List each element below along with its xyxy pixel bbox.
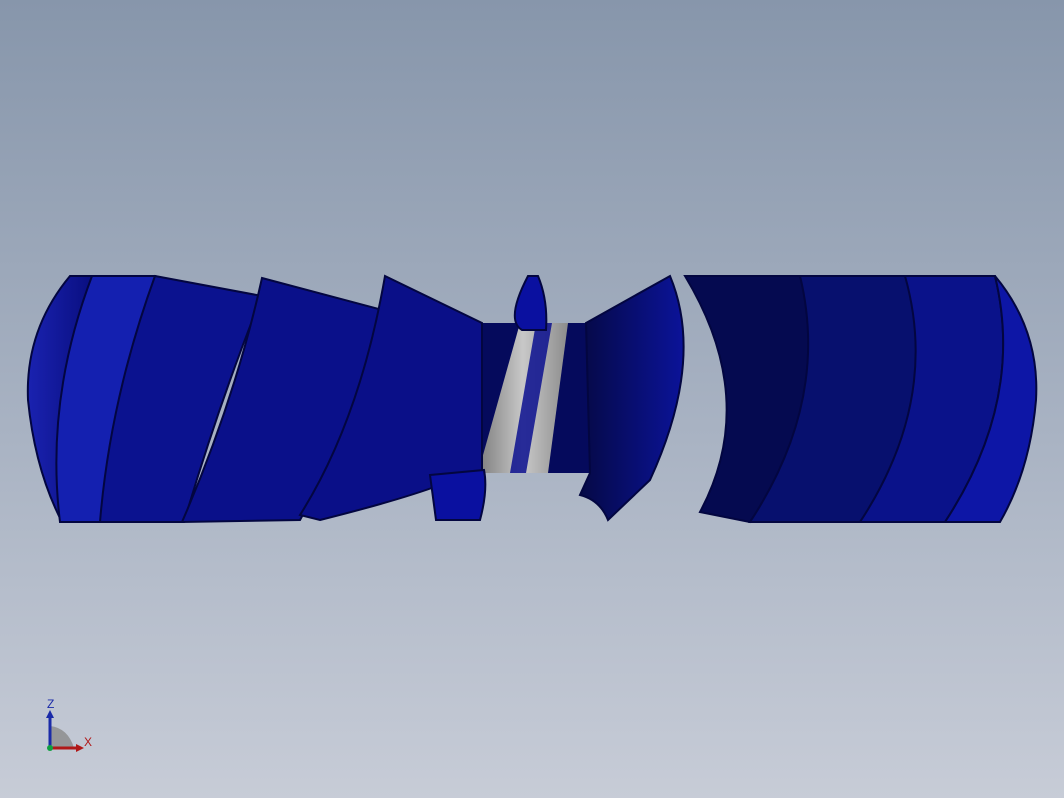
z-axis-label: Z (47, 697, 54, 711)
x-axis-arrowhead (76, 744, 84, 752)
origin-point (47, 745, 53, 751)
view-orientation-triad: Z X (38, 696, 98, 756)
z-axis-arrowhead (46, 710, 54, 718)
graphics-viewport[interactable]: Z X (0, 0, 1064, 798)
blade-center-loop (513, 275, 548, 331)
triad-plane-shade (50, 726, 74, 748)
blade-left-tip (428, 468, 487, 521)
blade-right-1 (578, 274, 685, 522)
x-axis-label: X (84, 735, 92, 749)
screw-conveyor-model[interactable] (0, 0, 1064, 798)
